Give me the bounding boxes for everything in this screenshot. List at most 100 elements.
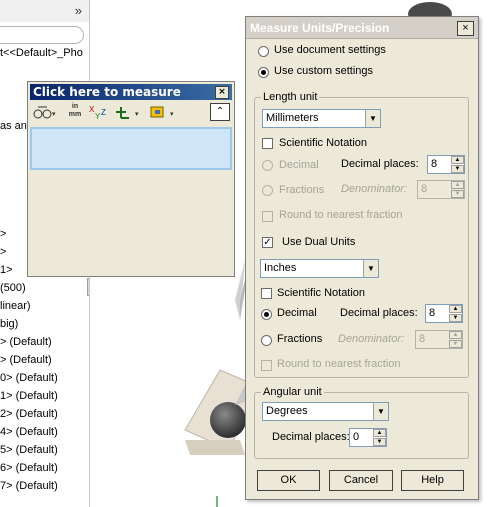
arc-circle-measurements-icon[interactable]: ▾ — [32, 103, 58, 121]
spin-down-icon[interactable]: ▼ — [373, 438, 386, 446]
decimal-places-stepper[interactable]: 8 ▲ ▼ — [427, 155, 465, 174]
angular-decimal-places-stepper[interactable]: 0 ▲ ▼ — [349, 428, 387, 447]
angular-decimal-places-label: Decimal places: — [272, 431, 350, 443]
tree-filter-field[interactable] — [0, 26, 84, 44]
round-to-fraction-label: Round to nearest fraction — [279, 209, 403, 221]
dialog-title: Measure Units/Precision — [250, 21, 390, 35]
dual-decimal-places-value: 8 — [429, 307, 436, 319]
tree-item[interactable]: big) — [0, 318, 18, 330]
dual-decimal-places-stepper[interactable]: 8 ▲ ▼ — [425, 304, 463, 323]
show-xyz-measurements-icon[interactable]: XYZ — [88, 103, 110, 121]
spin-up-icon[interactable]: ▲ — [373, 429, 386, 437]
spinner-buttons[interactable]: ▲ ▼ — [451, 156, 464, 173]
spin-up-icon[interactable]: ▲ — [451, 156, 464, 164]
measure-toolbar: ▾ in mm XYZ ▾ ▾ ⌃ — [30, 101, 232, 123]
dual-decimal-radio[interactable] — [261, 309, 272, 320]
tree-item[interactable]: > (Default) — [0, 354, 52, 366]
tree-item[interactable]: 4> (Default) — [0, 426, 58, 438]
angular-unit-select[interactable]: Degrees ▼ — [262, 402, 389, 421]
spin-up-icon[interactable]: ▲ — [449, 331, 462, 339]
dual-scientific-notation-checkbox[interactable] — [261, 288, 272, 299]
tree-header: » — [0, 0, 89, 22]
measure-units-precision-dialog: Measure Units/Precision × Use document s… — [245, 16, 479, 500]
spin-down-icon[interactable]: ▼ — [451, 190, 464, 198]
collapse-results-button[interactable]: ⌃ — [210, 103, 230, 121]
fractions-label: Fractions — [279, 184, 325, 196]
measure-close-button[interactable]: × — [215, 86, 229, 99]
dual-decimal-label: Decimal — [277, 307, 317, 319]
dialog-title-bar[interactable]: Measure Units/Precision × — [246, 17, 478, 39]
tree-item[interactable]: 5> (Default) — [0, 444, 58, 456]
tree-item[interactable]: 0> (Default) — [0, 372, 58, 384]
selection-box[interactable] — [30, 127, 232, 170]
scientific-notation-checkbox[interactable] — [262, 138, 273, 149]
measure-title: Click here to measure — [33, 85, 181, 99]
tree-item[interactable]: 2> (Default) — [0, 408, 58, 420]
round-to-fraction-checkbox[interactable] — [262, 211, 273, 222]
scientific-notation-label: Scientific Notation — [279, 137, 368, 149]
point-to-point-icon[interactable]: ▾ — [114, 103, 144, 121]
use-custom-settings-radio[interactable] — [258, 67, 269, 78]
spin-up-icon[interactable]: ▲ — [449, 305, 462, 313]
spinner-buttons[interactable]: ▲ ▼ — [449, 305, 462, 322]
length-unit-value: Millimeters — [266, 112, 319, 124]
panel-splitter-handle[interactable]: ‹ — [87, 278, 89, 296]
tree-item[interactable]: > (Default) — [0, 336, 52, 348]
denominator-stepper[interactable]: 8 ▲ ▼ — [417, 180, 465, 199]
angular-decimal-places-value: 0 — [353, 431, 360, 443]
dual-fractions-label: Fractions — [277, 333, 323, 345]
tree-item[interactable]: linear) — [0, 300, 31, 312]
spin-down-icon[interactable]: ▼ — [451, 165, 464, 173]
tree-item[interactable]: 1> (Default) — [0, 390, 58, 402]
spinner-buttons[interactable]: ▲ ▼ — [449, 331, 462, 348]
spin-down-icon[interactable]: ▼ — [449, 340, 462, 348]
tree-item[interactable]: > — [0, 246, 6, 258]
fractions-radio[interactable] — [262, 185, 273, 196]
tree-item[interactable]: 1> — [0, 264, 13, 276]
length-unit-caption: Length unit — [261, 91, 320, 103]
use-document-settings-label: Use document settings — [274, 44, 386, 56]
spinner-buttons[interactable]: ▲ ▼ — [373, 429, 386, 446]
help-button[interactable]: Help — [401, 470, 464, 491]
dual-unit-select[interactable]: Inches ▼ — [260, 259, 379, 278]
spinner-buttons[interactable]: ▲ ▼ — [451, 181, 464, 198]
decimal-places-value: 8 — [431, 158, 438, 170]
denominator-label: Denominator: — [341, 183, 408, 195]
chevron-down-icon: ▼ — [365, 110, 380, 127]
dual-scientific-notation-label: Scientific Notation — [277, 287, 366, 299]
dual-fractions-radio[interactable] — [261, 335, 272, 346]
expand-panel-icon[interactable]: » — [75, 3, 82, 18]
tree-item[interactable]: 6> (Default) — [0, 462, 58, 474]
dual-round-to-fraction-checkbox[interactable] — [261, 360, 272, 371]
tree-item[interactable]: (500) — [0, 282, 26, 294]
ok-button[interactable]: OK — [257, 470, 320, 491]
denominator-value: 8 — [421, 183, 428, 195]
angular-unit-caption: Angular unit — [261, 386, 324, 398]
tree-item[interactable]: t<<Default>_Pho — [0, 47, 83, 59]
spin-down-icon[interactable]: ▼ — [449, 314, 462, 322]
use-dual-units-label: Use Dual Units — [282, 236, 356, 248]
decimal-radio[interactable] — [262, 160, 273, 171]
dual-denominator-value: 8 — [419, 333, 426, 345]
dual-denominator-stepper[interactable]: 8 ▲ ▼ — [415, 330, 463, 349]
dual-unit-value: Inches — [264, 262, 297, 274]
dual-decimal-places-label: Decimal places: — [340, 307, 418, 319]
svg-text:▾: ▾ — [135, 111, 139, 118]
tree-item[interactable]: 7> (Default) — [0, 480, 58, 492]
angular-unit-value: Degrees — [266, 405, 308, 417]
measure-title-bar[interactable]: Click here to measure × — [30, 84, 232, 100]
spin-up-icon[interactable]: ▲ — [451, 181, 464, 189]
tree-item[interactable]: > — [0, 228, 6, 240]
length-unit-select[interactable]: Millimeters ▼ — [262, 109, 381, 128]
use-document-settings-radio[interactable] — [258, 46, 269, 57]
decimal-places-label: Decimal places: — [341, 158, 419, 170]
svg-text:Z: Z — [101, 108, 106, 117]
dual-round-to-fraction-label: Round to nearest fraction — [277, 358, 401, 370]
dialog-close-button[interactable]: × — [457, 21, 474, 36]
cancel-button[interactable]: Cancel — [329, 470, 393, 491]
units-precision-icon[interactable]: in mm — [66, 103, 84, 121]
select-coordinate-system-icon[interactable]: ▾ — [148, 103, 180, 121]
svg-text:▾: ▾ — [170, 111, 174, 118]
use-dual-units-checkbox[interactable]: ✓ — [262, 237, 273, 248]
dual-denominator-label: Denominator: — [338, 333, 405, 345]
